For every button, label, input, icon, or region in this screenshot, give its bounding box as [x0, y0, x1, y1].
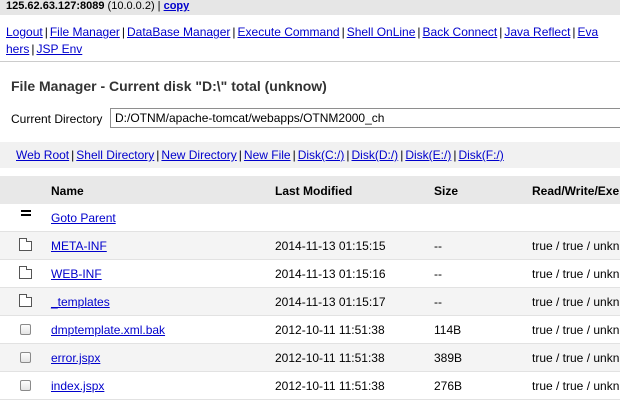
file-name-link[interactable]: index.jspx: [51, 379, 104, 393]
permissions: true / true / unkn: [532, 379, 620, 393]
last-modified: 2014-11-13 01:15:16: [275, 267, 386, 281]
quick_links-0[interactable]: Web Root: [16, 148, 69, 162]
permissions: true / true / unkn: [532, 267, 620, 281]
quick_links-1[interactable]: Shell Directory: [76, 148, 154, 162]
goto-parent-row: Goto Parent: [0, 204, 620, 232]
separator: |: [572, 25, 576, 39]
separator: |: [232, 25, 236, 39]
separator: |: [346, 148, 350, 162]
menu-row2-1[interactable]: JSP Env: [36, 42, 82, 56]
menu-row: hers | JSP Env: [6, 41, 620, 58]
file-size: --: [434, 267, 442, 281]
folder-icon: [19, 266, 32, 279]
last-modified: 2014-11-13 01:15:15: [275, 239, 386, 253]
column-header-rw: Read/Write/Exe: [532, 184, 620, 198]
menu-items-4[interactable]: Shell OnLine: [347, 25, 416, 39]
last-modified: 2012-10-11 11:51:38: [275, 323, 385, 337]
permissions: true / true / unkn: [532, 295, 620, 309]
file-name-link[interactable]: dmptemplate.xml.bak: [51, 323, 165, 337]
file-table: Name Last Modified Size Read/Write/Exe G…: [0, 176, 620, 400]
column-header-name[interactable]: Name: [51, 184, 84, 198]
local-ip: (10.0.0.2) |: [104, 0, 164, 12]
table-row: WEB-INF 2014-11-13 01:15:16 -- true / true …: [0, 260, 620, 288]
table-row: META-INF 2014-11-13 01:15:15 -- true / true…: [0, 232, 620, 260]
last-modified: 2014-11-13 01:15:17: [275, 295, 386, 309]
table-row: _templates 2014-11-13 01:15:17 -- true / tr…: [0, 288, 620, 316]
file-name-link[interactable]: error.jspx: [51, 351, 100, 365]
menu-items-0[interactable]: Logout: [6, 25, 43, 39]
permissions: true / true / unkn: [532, 323, 620, 337]
table-row: index.jspx 2012-10-11 11:51:38 276B true / …: [0, 372, 620, 400]
menu-row2-0[interactable]: hers: [6, 42, 29, 56]
file-size: --: [434, 295, 442, 309]
separator: |: [238, 148, 242, 162]
separator: |: [341, 25, 345, 39]
file-name-link[interactable]: WEB-INF: [51, 267, 102, 281]
file-size: 389B: [434, 351, 463, 365]
quick_links-6[interactable]: Disk(E:/): [405, 148, 451, 162]
file-name-link[interactable]: META-INF: [51, 239, 107, 253]
menu-items-5[interactable]: Back Connect: [423, 25, 498, 39]
table-header: Name Last Modified Size Read/Write/Exe: [0, 176, 620, 204]
divider: [0, 61, 620, 62]
page-title: File Manager - Current disk "D:\" total …: [11, 78, 327, 94]
table-row: dmptemplate.xml.bak 2012-10-11 11:51:38 11…: [0, 316, 620, 344]
top-status-bar: 125.62.63.127:8089 (10.0.0.2) | copy: [0, 0, 620, 15]
separator: |: [121, 25, 125, 39]
separator: |: [417, 25, 421, 39]
file-select-checkbox[interactable]: [20, 380, 31, 391]
quick-links-bar: Web Root | Shell Directory | New Directory | N…: [0, 142, 620, 168]
column-header-size[interactable]: Size: [434, 184, 458, 198]
menu-items-7[interactable]: Eva: [578, 25, 599, 39]
quick_links-3[interactable]: New File: [244, 148, 291, 162]
host-address: 125.62.63.127:8089: [6, 0, 105, 12]
last-modified: 2012-10-11 11:51:38: [275, 351, 385, 365]
file-select-checkbox[interactable]: [20, 324, 31, 335]
file-name-link[interactable]: _templates: [51, 295, 110, 309]
quick_links-4[interactable]: Disk(C:/): [298, 148, 345, 162]
folder-icon: [19, 238, 32, 251]
menu-items-6[interactable]: Java Reflect: [504, 25, 570, 39]
current-directory-input[interactable]: [110, 108, 620, 128]
quick_links-5[interactable]: Disk(D:/): [352, 148, 399, 162]
main-menu: Logout | File Manager | DataBase Manager | Exe…: [0, 24, 620, 58]
menu-row: Logout | File Manager | DataBase Manager | Exe…: [6, 24, 620, 41]
file-select-checkbox[interactable]: [20, 352, 31, 363]
goto-parent-link[interactable]: Goto Parent: [51, 211, 116, 225]
menu-items-2[interactable]: DataBase Manager: [127, 25, 230, 39]
permissions: true / true / unkn: [532, 351, 620, 365]
permissions: true / true / unkn: [532, 239, 620, 253]
menu-items-1[interactable]: File Manager: [50, 25, 120, 39]
folder-icon: [19, 294, 32, 307]
file-size: 276B: [434, 379, 463, 393]
file-size: 114B: [434, 323, 462, 337]
table-row: error.jspx 2012-10-11 11:51:38 389B true / …: [0, 344, 620, 372]
quick_links-2[interactable]: New Directory: [161, 148, 236, 162]
column-header-modified[interactable]: Last Modified: [275, 184, 352, 198]
separator: |: [292, 148, 296, 162]
current-directory-label: Current Directory: [11, 112, 103, 126]
file-size: --: [434, 239, 442, 253]
quick_links-7[interactable]: Disk(F:/): [458, 148, 503, 162]
parent-directory-icon: [21, 210, 31, 216]
copy-link[interactable]: copy: [164, 0, 190, 12]
menu-items-3[interactable]: Execute Command: [238, 25, 340, 39]
separator: |: [44, 25, 48, 39]
last-modified: 2012-10-11 11:51:38: [275, 379, 385, 393]
